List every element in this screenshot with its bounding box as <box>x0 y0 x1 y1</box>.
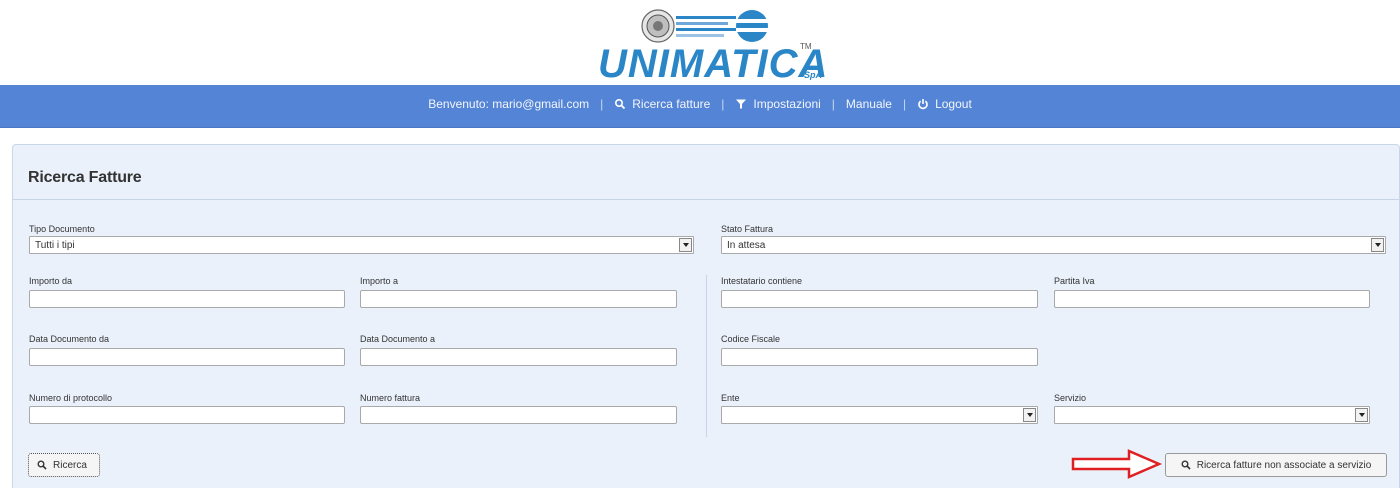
filter-icon <box>736 99 747 109</box>
tipo-documento-select[interactable]: Tutti i tipi <box>29 236 694 254</box>
search-icon <box>615 98 626 110</box>
importo-da-label: Importo da <box>29 276 73 286</box>
intestatario-label: Intestatario contiene <box>721 276 803 286</box>
nav-impostazioni[interactable]: Impostazioni <box>735 97 821 111</box>
nav-separator: | <box>902 97 907 111</box>
nav-ricerca-label: Ricerca fatture <box>632 97 711 111</box>
unimatica-logo: UNIMATICA TM SpA <box>594 8 834 86</box>
stato-fattura-label: Stato Fattura <box>721 224 774 234</box>
tipo-documento-value: Tutti i tipi <box>35 240 75 251</box>
ricerca-non-associate-button[interactable]: Ricerca fatture non associate a servizio <box>1165 453 1387 477</box>
search-panel: Ricerca Fatture Tipo Documento Tutti i t… <box>12 144 1400 488</box>
numero-fattura-input[interactable] <box>360 406 677 424</box>
top-navbar: Benvenuto: mario@gmail.com | Ricerca fat… <box>0 85 1400 128</box>
importo-da-input[interactable] <box>29 290 345 308</box>
column-divider <box>706 275 707 437</box>
chevron-down-icon[interactable] <box>1371 238 1384 252</box>
chevron-down-icon[interactable] <box>1355 408 1368 422</box>
logo-spa: SpA <box>804 70 822 80</box>
nav-separator: | <box>600 97 604 111</box>
search-icon <box>1181 460 1191 470</box>
data-documento-a-label: Data Documento a <box>360 334 436 344</box>
logo-trademark: TM <box>800 42 812 51</box>
data-documento-da-input[interactable] <box>29 348 345 366</box>
servizio-select[interactable] <box>1054 406 1370 424</box>
nav-logout[interactable]: Logout <box>917 97 972 111</box>
ente-select[interactable] <box>721 406 1038 424</box>
power-icon <box>918 99 928 110</box>
logo-text: UNIMATICA <box>598 42 829 86</box>
codice-fiscale-label: Codice Fiscale <box>721 334 781 344</box>
nav-ricerca-fatture[interactable]: Ricerca fatture <box>614 97 710 111</box>
data-documento-da-label: Data Documento da <box>29 334 110 344</box>
ricerca-button-label: Ricerca <box>53 459 87 471</box>
nav-separator: | <box>831 97 835 111</box>
header: UNIMATICA TM SpA <box>0 0 1400 86</box>
partita-iva-input[interactable] <box>1054 290 1370 308</box>
ente-label: Ente <box>721 393 740 403</box>
numero-protocollo-input[interactable] <box>29 406 345 424</box>
stato-fattura-value: In attesa <box>727 240 766 251</box>
data-documento-a-input[interactable] <box>360 348 677 366</box>
partita-iva-label: Partita Iva <box>1054 276 1095 286</box>
ricerca-non-associate-label: Ricerca fatture non associate a servizio <box>1196 459 1372 471</box>
search-icon <box>37 460 47 470</box>
panel-divider <box>13 199 1399 200</box>
servizio-label: Servizio <box>1054 393 1087 403</box>
red-arrow-icon <box>1071 449 1163 479</box>
welcome-text: Benvenuto: mario@gmail.com <box>428 97 590 111</box>
importo-a-input[interactable] <box>360 290 677 308</box>
nav-impostazioni-label: Impostazioni <box>753 97 821 111</box>
chevron-down-icon[interactable] <box>679 238 692 252</box>
numero-fattura-label: Numero fattura <box>360 393 421 403</box>
intestatario-input[interactable] <box>721 290 1038 308</box>
nav-manuale[interactable]: Manuale <box>846 97 892 111</box>
tipo-documento-label: Tipo Documento <box>29 224 95 234</box>
ricerca-button[interactable]: Ricerca <box>28 453 100 477</box>
importo-a-label: Importo a <box>360 276 399 286</box>
numero-protocollo-label: Numero di protocollo <box>29 393 113 403</box>
codice-fiscale-input[interactable] <box>721 348 1038 366</box>
stato-fattura-select[interactable]: In attesa <box>721 236 1386 254</box>
nav-separator: | <box>721 97 725 111</box>
chevron-down-icon[interactable] <box>1023 408 1036 422</box>
nav-logout-label: Logout <box>935 97 972 111</box>
page-title: Ricerca Fatture <box>28 169 142 186</box>
